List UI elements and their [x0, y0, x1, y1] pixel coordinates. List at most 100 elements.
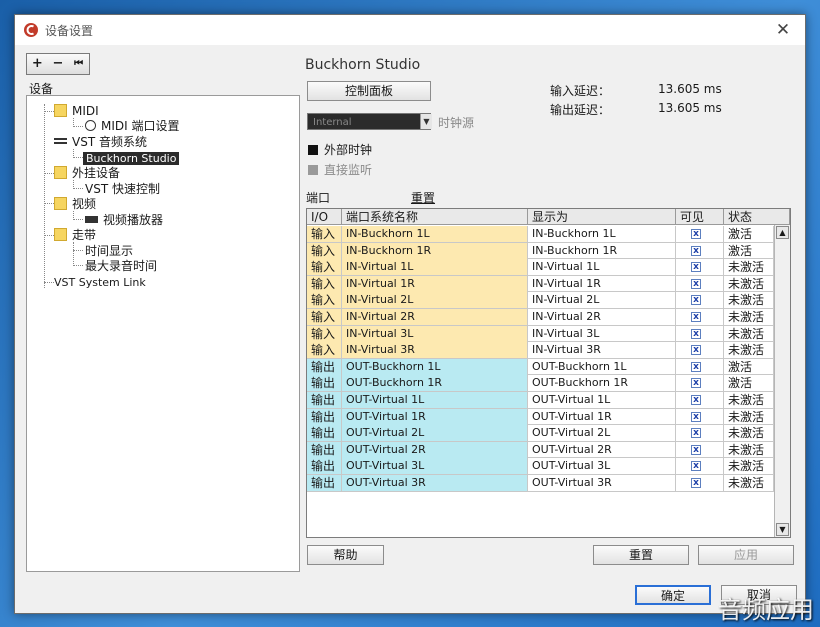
cell-name: OUT-Buckhorn 1L	[342, 358, 528, 375]
title-bar[interactable]: 设备设置 ✕	[15, 15, 805, 45]
cell-display[interactable]: IN-Buckhorn 1R	[528, 242, 676, 259]
tree-item-vst-quick-controls[interactable]: VST 快速控制	[85, 181, 160, 197]
cell-name: OUT-Virtual 2R	[342, 441, 528, 458]
visible-checkbox[interactable]: x	[691, 461, 701, 472]
table-row[interactable]: 输出 OUT-Virtual 1R OUT-Virtual 1R x 未激活	[307, 408, 774, 426]
visible-checkbox[interactable]: x	[691, 295, 701, 306]
visible-checkbox[interactable]: x	[691, 411, 701, 422]
tree-item-midi[interactable]: MIDI	[54, 103, 99, 119]
cell-display[interactable]: OUT-Virtual 1R	[528, 408, 676, 425]
cell-name: IN-Virtual 1R	[342, 275, 528, 292]
close-icon[interactable]: ✕	[765, 15, 801, 45]
table-row[interactable]: 输出 OUT-Virtual 3R OUT-Virtual 3R x 未激活	[307, 475, 774, 492]
tree-item-external-devices[interactable]: 外挂设备	[54, 165, 120, 181]
cell-display[interactable]: OUT-Buckhorn 1L	[528, 358, 676, 375]
tree-item-vst-audio-system[interactable]: VST 音频系统	[54, 134, 147, 150]
table-row[interactable]: 输出 OUT-Virtual 2R OUT-Virtual 2R x 未激活	[307, 441, 774, 459]
cell-display[interactable]: IN-Buckhorn 1L	[528, 226, 676, 242]
cell-display[interactable]: IN-Virtual 2R	[528, 309, 676, 325]
table-row[interactable]: 输入 IN-Virtual 1L IN-Virtual 1L x 未激活	[307, 259, 774, 276]
table-row[interactable]: 输出 OUT-Virtual 1L OUT-Virtual 1L x 未激活	[307, 392, 774, 409]
tree-item-max-record-time[interactable]: 最大录音时间	[85, 258, 157, 274]
checkbox-icon	[308, 145, 318, 155]
cell-display[interactable]: IN-Virtual 3R	[528, 342, 676, 359]
table-scrollbar[interactable]: ▲ ▼	[774, 225, 790, 537]
cell-state: 激活	[724, 226, 774, 242]
cell-state: 激活	[724, 375, 774, 392]
table-row[interactable]: 输入 IN-Virtual 3R IN-Virtual 3R x 未激活	[307, 342, 774, 359]
table-row[interactable]: 输入 IN-Virtual 2R IN-Virtual 2R x 未激活	[307, 309, 774, 326]
table-row[interactable]: 输入 IN-Virtual 3L IN-Virtual 3L x 未激活	[307, 325, 774, 343]
visible-checkbox[interactable]: x	[691, 328, 701, 339]
visible-checkbox[interactable]: x	[691, 428, 701, 439]
visible-cell: x	[676, 342, 724, 359]
cell-state: 未激活	[724, 309, 774, 325]
col-system-name[interactable]: 端口系统名称	[342, 209, 528, 225]
cell-display[interactable]: OUT-Virtual 2L	[528, 425, 676, 442]
tree-item-video[interactable]: 视频	[54, 196, 96, 212]
direct-monitoring-checkbox[interactable]: 直接监听	[308, 161, 372, 178]
ok-button[interactable]: 确定	[635, 585, 711, 605]
cell-display[interactable]: IN-Virtual 1L	[528, 259, 676, 276]
cell-display[interactable]: IN-Virtual 3L	[528, 325, 676, 342]
tree-item-vst-system-link[interactable]: VST System Link	[54, 275, 146, 291]
col-io[interactable]: I/O	[307, 209, 342, 225]
visible-checkbox[interactable]: x	[691, 262, 701, 273]
table-row[interactable]: 输出 OUT-Buckhorn 1R OUT-Buckhorn 1R x 激活	[307, 375, 774, 392]
cell-display[interactable]: IN-Virtual 2L	[528, 292, 676, 309]
visible-checkbox[interactable]: x	[691, 478, 701, 488]
table-row[interactable]: 输出 OUT-Virtual 3L OUT-Virtual 3L x 未激活	[307, 458, 774, 475]
cell-display[interactable]: OUT-Virtual 1L	[528, 392, 676, 408]
col-state[interactable]: 状态	[724, 209, 790, 225]
cell-io: 输出	[307, 408, 342, 425]
cell-state: 未激活	[724, 342, 774, 359]
ports-table: I/O 端口系统名称 显示为 可见 状态 输入 IN-Buckhorn 1L IN-…	[306, 208, 791, 538]
remove-device-button[interactable]: −	[48, 54, 69, 74]
visible-checkbox[interactable]: x	[691, 361, 701, 372]
table-row[interactable]: 输出 OUT-Buckhorn 1L OUT-Buckhorn 1L x 激活	[307, 358, 774, 376]
tree-item-video-player[interactable]: 视频播放器	[85, 212, 163, 228]
device-tree[interactable]: MIDI MIDI 端口设置 VST 音频系统 Buckhorn Studio …	[26, 95, 300, 572]
cell-io: 输入	[307, 275, 342, 292]
cell-display[interactable]: OUT-Virtual 2R	[528, 441, 676, 458]
add-device-button[interactable]: +	[27, 54, 48, 74]
tree-item-midi-port-setup[interactable]: MIDI 端口设置	[85, 118, 180, 134]
visible-checkbox[interactable]: x	[691, 229, 701, 239]
table-row[interactable]: 输出 OUT-Virtual 2L OUT-Virtual 2L x 未激活	[307, 425, 774, 442]
device-setup-window: 设备设置 ✕ + − ⏮ 设备 MIDI MIDI 端口设置 VST 音频系统 …	[14, 14, 806, 614]
tree-item-time-display[interactable]: 时间显示	[85, 243, 133, 259]
tree-item-buckhorn-studio[interactable]: Buckhorn Studio	[83, 150, 180, 166]
col-display-as[interactable]: 显示为	[528, 209, 676, 225]
visible-checkbox[interactable]: x	[691, 278, 701, 289]
col-visible[interactable]: 可见	[676, 209, 724, 225]
cell-name: OUT-Buckhorn 1R	[342, 375, 528, 392]
cell-state: 未激活	[724, 275, 774, 292]
cell-display[interactable]: IN-Virtual 1R	[528, 275, 676, 292]
table-row[interactable]: 输入 IN-Virtual 2L IN-Virtual 2L x 未激活	[307, 292, 774, 309]
help-button[interactable]: 帮助	[307, 545, 384, 565]
visible-checkbox[interactable]: x	[691, 312, 701, 322]
cell-display[interactable]: OUT-Virtual 3R	[528, 475, 676, 491]
scroll-down-icon[interactable]: ▼	[776, 523, 789, 536]
tree-item-transport[interactable]: 走带	[54, 227, 96, 243]
visible-checkbox[interactable]: x	[691, 395, 701, 405]
reset-device-button[interactable]: ⏮	[68, 54, 89, 74]
cell-display[interactable]: OUT-Virtual 3L	[528, 458, 676, 475]
reset-link[interactable]: 重置	[411, 189, 435, 206]
visible-checkbox[interactable]: x	[691, 345, 701, 356]
clock-source-select[interactable]: Internal	[307, 113, 431, 130]
reset-button[interactable]: 重置	[593, 545, 689, 565]
chevron-down-icon[interactable]: ▼	[420, 114, 432, 129]
table-row[interactable]: 输入 IN-Buckhorn 1R IN-Buckhorn 1R x 激活	[307, 242, 774, 260]
scroll-up-icon[interactable]: ▲	[776, 226, 789, 239]
external-clock-checkbox[interactable]: 外部时钟	[308, 141, 372, 158]
control-panel-button[interactable]: 控制面板	[307, 81, 431, 101]
visible-checkbox[interactable]: x	[691, 245, 701, 256]
visible-checkbox[interactable]: x	[691, 378, 701, 389]
table-row[interactable]: 输入 IN-Buckhorn 1L IN-Buckhorn 1L x 激活	[307, 226, 774, 243]
visible-checkbox[interactable]: x	[691, 444, 701, 455]
apply-button[interactable]: 应用	[698, 545, 794, 565]
clock-source-label: 时钟源	[438, 116, 475, 130]
cell-display[interactable]: OUT-Buckhorn 1R	[528, 375, 676, 392]
table-row[interactable]: 输入 IN-Virtual 1R IN-Virtual 1R x 未激活	[307, 275, 774, 293]
